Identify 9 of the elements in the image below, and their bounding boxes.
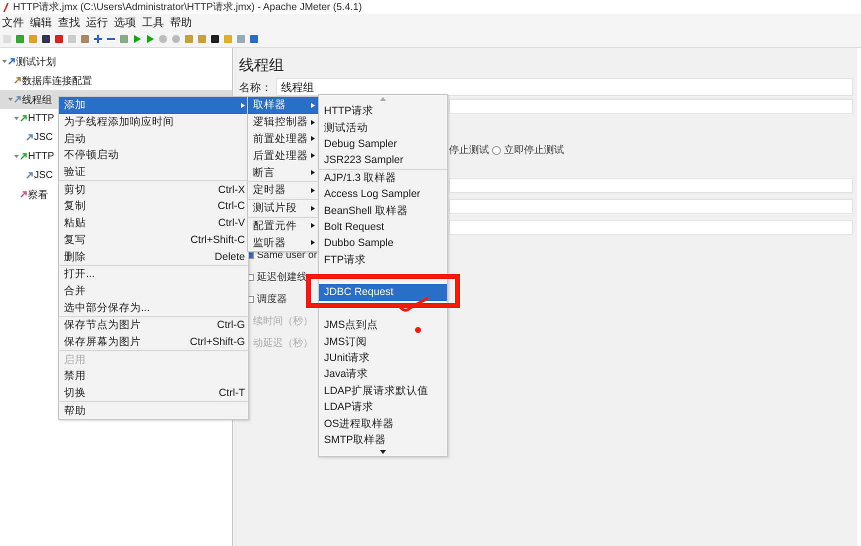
checkbox-label: 调度器	[257, 292, 287, 306]
radio-label: 停止测试	[449, 144, 489, 157]
radio-label: 立即停止测试	[504, 144, 564, 157]
window-title: HTTP请求.jmx (C:\Users\Administrator\HTTP请求.jmx) - Apache JMeter (5.4.1)	[13, 0, 362, 14]
panel-title: 线程组	[239, 56, 285, 76]
field-label: 动延迟（秒）	[253, 336, 313, 350]
name-label: 名称：	[238, 80, 272, 94]
field-label: 续时间（秒）	[253, 314, 313, 328]
checkbox-label: 延迟创建线	[257, 270, 307, 284]
